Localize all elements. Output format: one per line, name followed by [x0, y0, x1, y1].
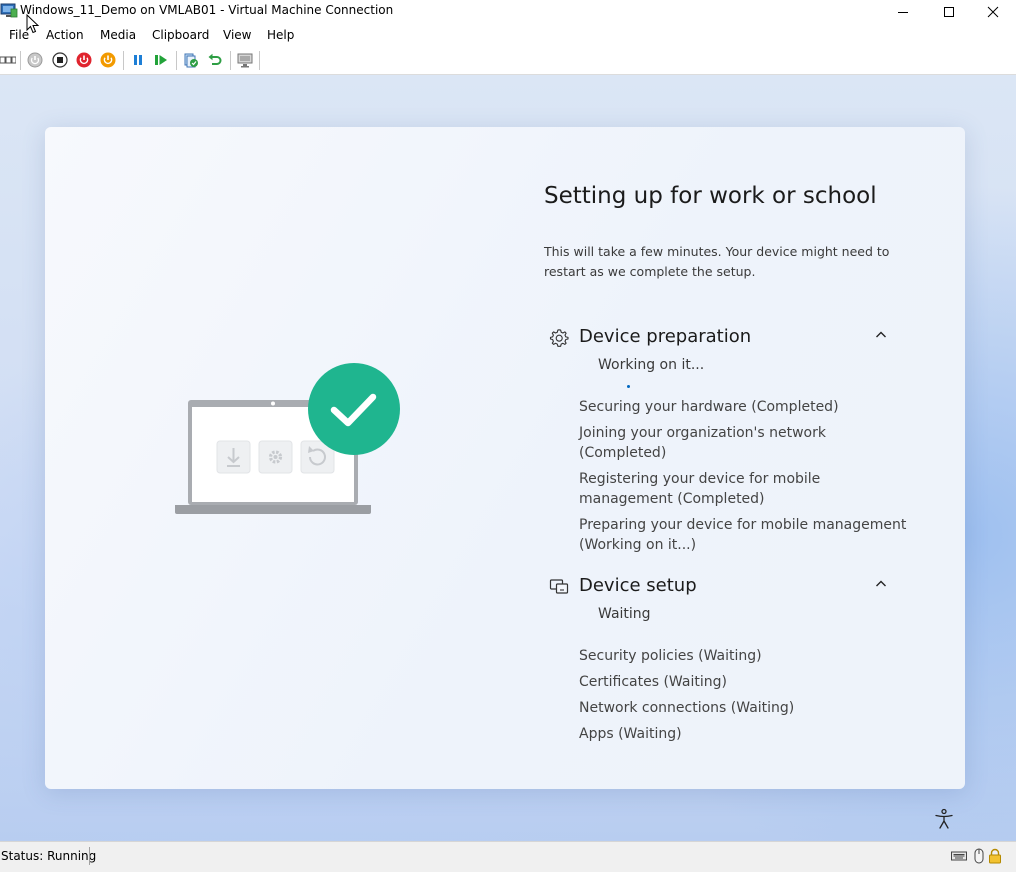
progress-indicator: [627, 385, 630, 388]
enhanced-session-icon: [237, 53, 253, 68]
maximize-button[interactable]: [926, 0, 972, 24]
minimize-icon: [898, 12, 908, 13]
toolbar: [0, 47, 1016, 75]
toolbar-separator: [230, 51, 231, 70]
ctrl-alt-del-button[interactable]: [0, 52, 16, 68]
toolbar-separator: [259, 51, 260, 70]
close-button[interactable]: [970, 0, 1016, 24]
minimize-button[interactable]: [880, 0, 926, 24]
resume-icon: [155, 55, 167, 65]
resume-button[interactable]: [153, 52, 169, 68]
section-title-device-setup: Device setup: [579, 575, 697, 596]
vm-connection-icon: [0, 3, 18, 18]
chevron-up-icon[interactable]: [874, 577, 888, 591]
enhanced-session-button[interactable]: [237, 52, 253, 68]
window-title: Windows_11_Demo on VMLAB01 - Virtual Mac…: [20, 3, 394, 17]
step-item: Certificates (Waiting): [579, 674, 727, 690]
menu-action[interactable]: Action: [46, 28, 84, 42]
device-setup-icon: [549, 579, 569, 594]
section-title-device-preparation: Device preparation: [579, 326, 752, 347]
title-bar: Windows_11_Demo on VMLAB01 - Virtual Mac…: [0, 0, 1016, 24]
revert-button[interactable]: [207, 52, 223, 68]
start-button[interactable]: [27, 52, 43, 68]
shut-down-icon: [76, 52, 92, 68]
maximize-icon: [944, 7, 954, 17]
start-icon: [27, 52, 43, 68]
pause-icon: [134, 55, 142, 65]
menu-media[interactable]: Media: [100, 28, 136, 42]
section-status-device-preparation: Working on it...: [598, 357, 705, 373]
vm-status: Status: Running: [1, 849, 97, 863]
menu-bar: File Action Media Clipboard View Help: [0, 24, 1016, 47]
save-state-button[interactable]: [100, 52, 116, 68]
step-item: Registering your device for mobile manag…: [579, 471, 821, 507]
menu-help[interactable]: Help: [267, 28, 294, 42]
chevron-up-icon[interactable]: [874, 328, 888, 342]
shut-down-button[interactable]: [76, 52, 92, 68]
step-item: Joining your organization's network (Com…: [579, 425, 826, 461]
close-icon: [987, 6, 999, 18]
revert-icon: [208, 53, 222, 65]
ctrl-alt-del-icon: [0, 56, 16, 64]
step-item: Preparing your device for mobile managem…: [579, 517, 907, 553]
keyboard-icon: [951, 851, 967, 861]
toolbar-separator: [123, 51, 124, 70]
power-icon: [100, 52, 116, 68]
vm-display[interactable]: Setting up for work or school This will …: [0, 75, 1016, 841]
toolbar-separator: [20, 51, 21, 70]
menu-clipboard[interactable]: Clipboard: [152, 28, 209, 42]
status-separator: [89, 847, 90, 865]
lock-icon: [989, 848, 1001, 864]
mouse-icon: [974, 848, 984, 864]
gear-icon: [549, 329, 569, 347]
turn-off-icon: [52, 52, 68, 68]
checkpoint-button[interactable]: [183, 52, 199, 68]
step-item: Network connections (Waiting): [579, 700, 795, 716]
step-item: Security policies (Waiting): [579, 648, 762, 664]
page-subtitle: This will take a few minutes. Your devic…: [544, 244, 890, 279]
turn-off-button[interactable]: [52, 52, 68, 68]
step-item: Securing your hardware (Completed): [579, 399, 839, 415]
menu-view[interactable]: View: [223, 28, 251, 42]
toolbar-separator: [176, 51, 177, 70]
laptop-setup-illustration: [175, 363, 400, 514]
pause-button[interactable]: [130, 52, 146, 68]
accessibility-icon[interactable]: [933, 808, 955, 830]
mouse-cursor-icon: [26, 14, 40, 34]
page-title: Setting up for work or school: [544, 183, 877, 209]
section-status-device-setup: Waiting: [598, 606, 651, 622]
step-item: Apps (Waiting): [579, 726, 682, 742]
checkpoint-icon: [184, 53, 198, 68]
setup-card: Setting up for work or school This will …: [45, 127, 965, 789]
status-bar: Status: Running: [0, 841, 1016, 872]
